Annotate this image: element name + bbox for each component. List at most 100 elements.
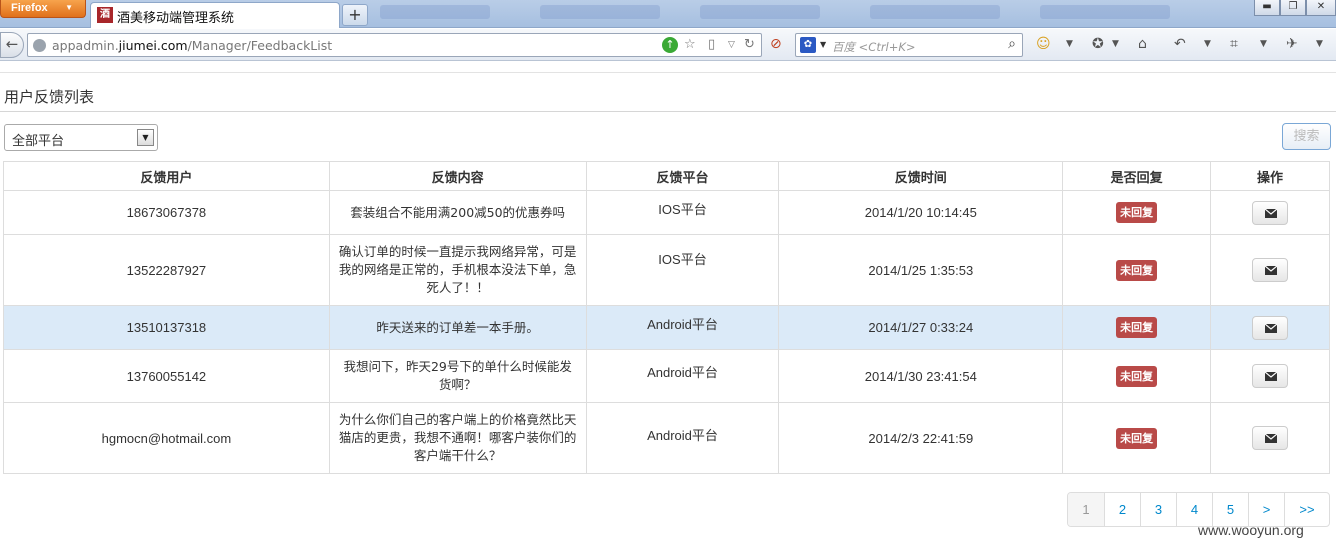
reply-button[interactable] [1252,315,1289,340]
chevron-down-icon[interactable]: ▼ [1066,39,1073,49]
cell-time: 2014/1/27 0:33:24 [778,305,1064,350]
cell-platform: Android平台 [585,402,780,474]
blurred-tab[interactable] [540,5,660,19]
reply-button[interactable] [1252,364,1289,388]
column-header-platform: 反馈平台 [585,161,780,191]
cell-platform: Android平台 [585,349,780,403]
firefox-menu-label: Firefox [11,2,48,14]
envelope-icon [1265,208,1278,218]
cell-replied: 未回复 [1062,305,1212,350]
cell-user: 18673067378 [3,190,330,235]
cell-user: 13760055142 [3,349,330,403]
reply-button[interactable] [1252,426,1289,450]
undo-icon[interactable]: ↶ [1174,36,1186,52]
chevron-down-icon[interactable]: ▼ [1316,39,1323,49]
cell-replied: 未回复 [1062,190,1212,235]
search-placeholder: 百度 <Ctrl+K> [832,40,916,54]
browser-tab-bar: Firefox ▼ 酒 酒美移动端管理系统 + ▬ ❐ ✕ [0,0,1336,28]
firefox-menu-button[interactable]: Firefox ▼ [0,0,86,18]
cell-replied: 未回复 [1062,349,1212,403]
cell-time: 2014/1/30 23:41:54 [778,349,1064,403]
table-row: hgmocn@hotmail.com 为什么你们自己的客户端上的价格竟然比天猫店… [3,402,1330,474]
column-header-user: 反馈用户 [3,161,330,191]
star-bookmark-icon[interactable]: ☆ [684,37,696,52]
browser-nav-bar: ← appadmin.jiumei.com/Manager/FeedbackLi… [0,29,1336,61]
home-icon[interactable]: ⌂ [1138,36,1147,52]
cell-time: 2014/1/25 1:35:53 [778,234,1064,306]
table-header-row: 反馈用户 反馈内容 反馈平台 反馈时间 是否回复 操作 [3,161,1330,191]
bug-icon[interactable]: ✈ [1286,36,1298,52]
status-badge: 未回复 [1116,427,1158,449]
page-link-2[interactable]: 2 [1104,493,1140,526]
close-window-button[interactable]: ✕ [1306,0,1336,16]
browser-tab-active[interactable]: 酒 酒美移动端管理系统 [90,2,340,28]
chevron-down-icon[interactable]: ▼ [820,40,826,49]
arrow-left-icon: ← [5,35,19,53]
cell-action [1210,190,1330,235]
paw-icon[interactable]: ✿ [800,37,816,53]
go-arrow-icon[interactable]: ↑ [662,37,678,53]
cell-user: 13522287927 [3,234,330,306]
divider [0,111,1336,112]
chevron-down-icon[interactable]: ▼ [1260,39,1267,49]
restore-button[interactable]: ❐ [1280,0,1306,16]
column-header-time: 反馈时间 [778,161,1064,191]
status-badge: 未回复 [1116,365,1158,387]
blurred-tab[interactable] [380,5,490,19]
blurred-tab[interactable] [870,5,1000,19]
cell-time: 2014/1/20 10:14:45 [778,190,1064,235]
column-header-replied: 是否回复 [1062,161,1212,191]
search-bar[interactable]: ✿ ▼ 百度 <Ctrl+K> ⌕ [795,33,1023,57]
watermark: www.wooyun.org [1198,522,1304,538]
envelope-icon [1265,266,1278,275]
adblock-icon[interactable]: ⊘ [770,36,782,52]
column-header-content: 反馈内容 [328,161,587,191]
cell-content: 为什么你们自己的客户端上的价格竟然比天猫店的更贵，我想不通啊！哪客户装你们的客户… [328,402,587,474]
reload-icon[interactable]: ↻ [744,37,755,52]
minimize-button[interactable]: ▬ [1254,0,1280,16]
envelope-icon [1265,323,1278,333]
platform-select[interactable]: 全部平台 ▼ [4,124,158,151]
face-icon[interactable]: ☺ [1036,36,1051,52]
cell-content: 确认订单的时候一直提示我网络异常，可是我的网络是正常的，手机根本没法下单，急死人… [328,234,587,306]
cell-action [1210,305,1330,350]
search-icon[interactable]: ⌕ [1008,36,1016,52]
cell-content: 套装组合不能用满200减50的优惠券吗 [328,190,587,235]
table-row: 13510137318 昨天送来的订单差一本手册。 Android平台 2014… [3,305,1330,350]
new-tab-button[interactable]: + [342,4,368,26]
chevron-down-icon[interactable]: ▼ [137,129,154,146]
blurred-tab[interactable] [700,5,820,19]
bookmarks-star-icon[interactable]: ✪ [1092,36,1104,52]
site-favicon-icon: 酒 [97,7,113,23]
envelope-icon [1265,434,1278,443]
blurred-tab[interactable] [1040,5,1170,19]
chevron-down-icon[interactable]: ▼ [1112,39,1119,49]
table-row: 18673067378 套装组合不能用满200减50的优惠券吗 IOS平台 20… [3,190,1330,235]
back-button[interactable]: ← [0,32,24,58]
crop-icon[interactable]: ⌗ [1230,36,1238,52]
chevron-down-icon[interactable]: ▼ [1204,39,1211,49]
status-badge: 未回复 [1116,259,1158,281]
globe-icon [33,39,46,52]
reply-button[interactable] [1252,200,1289,225]
cell-action [1210,234,1330,306]
chevron-down-icon: ▼ [65,3,73,12]
cell-user: hgmocn@hotmail.com [3,402,330,474]
cell-time: 2014/2/3 22:41:59 [778,402,1064,474]
reply-button[interactable] [1252,258,1289,282]
cell-action [1210,402,1330,474]
cell-platform: Android平台 [585,305,780,350]
dropdown-arrow-icon[interactable]: ▽ [728,40,735,50]
mobile-icon[interactable]: ▯ [708,37,715,52]
cell-content: 昨天送来的订单差一本手册。 [328,305,587,350]
column-header-action: 操作 [1210,161,1330,191]
page-link-3[interactable]: 3 [1140,493,1176,526]
platform-select-value: 全部平台 [12,134,65,149]
url-text: appadmin.jiumei.com/Manager/FeedbackList [52,38,333,53]
page-link-1[interactable]: 1 [1068,493,1104,526]
url-bar[interactable]: appadmin.jiumei.com/Manager/FeedbackList… [27,33,762,57]
page-title: 用户反馈列表 [4,88,95,106]
search-button[interactable]: 搜索 [1282,123,1331,150]
cell-platform: IOS平台 [585,234,780,306]
envelope-icon [1265,372,1278,381]
